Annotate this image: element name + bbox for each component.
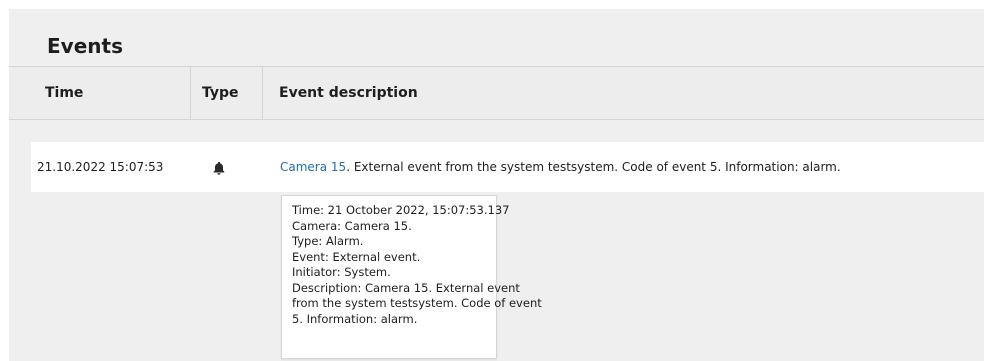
- tooltip-line: Type: Alarm.: [292, 234, 364, 248]
- tooltip-line: Camera: Camera 15.: [292, 218, 412, 233]
- camera-link[interactable]: Camera 15: [280, 160, 346, 174]
- tooltip-line: from the system testsystem. Code of even…: [292, 296, 542, 310]
- bell-icon: [213, 160, 225, 175]
- table-row[interactable]: 21.10.2022 15:07:53 Camera 15. External …: [31, 142, 984, 192]
- column-divider[interactable]: [190, 67, 191, 119]
- tooltip-line: 5. Information: alarm.: [292, 311, 418, 326]
- panel-title: Events: [47, 34, 123, 58]
- table-header: Time Type Event description: [9, 66, 984, 120]
- column-divider[interactable]: [262, 67, 263, 119]
- tooltip-line: Event: External event.: [292, 249, 421, 264]
- column-header-type[interactable]: Type: [202, 67, 239, 119]
- event-time: 21.10.2022 15:07:53: [37, 160, 164, 174]
- tooltip-line: Initiator: System.: [292, 265, 391, 279]
- tooltip-line: Time: 21 October 2022, 15:07:53.137: [292, 203, 510, 217]
- column-header-event-description[interactable]: Event description: [279, 67, 418, 119]
- event-description-text: . External event from the system testsys…: [346, 160, 841, 174]
- event-tooltip: Time: 21 October 2022, 15:07:53.137 Came…: [281, 195, 542, 359]
- column-header-time[interactable]: Time: [45, 67, 83, 119]
- tooltip-line: Description: Camera 15. External event: [292, 280, 520, 295]
- event-description: Camera 15. External event from the syste…: [280, 142, 841, 192]
